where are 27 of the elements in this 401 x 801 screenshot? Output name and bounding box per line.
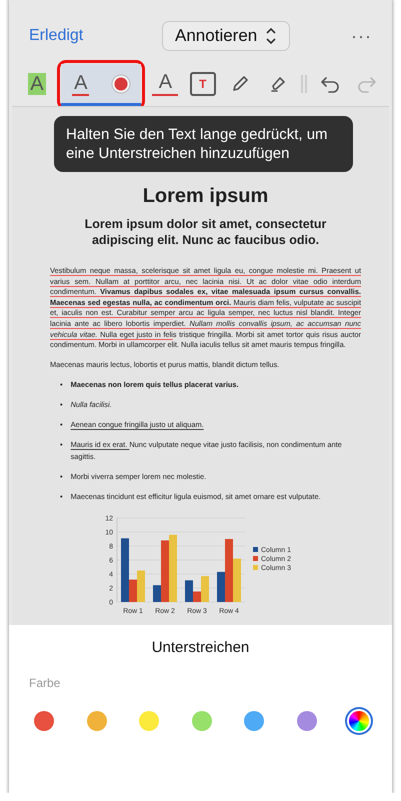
legend-swatch bbox=[252, 556, 258, 562]
chevron-up-down-icon bbox=[265, 27, 278, 45]
tooltip: Halten Sie den Text lange gedrückt, um eine Unterstreichen hinzuzufügen bbox=[54, 116, 353, 172]
mode-selector[interactable]: Annotieren bbox=[162, 21, 290, 51]
legend-swatch bbox=[252, 547, 258, 552]
underline-tool[interactable]: A bbox=[60, 64, 101, 106]
text-box-tool[interactable]: T bbox=[184, 64, 222, 106]
color-swatch[interactable] bbox=[139, 711, 159, 731]
divider-handle-icon bbox=[298, 72, 309, 94]
color-swatch[interactable] bbox=[34, 711, 54, 731]
pencil-icon bbox=[230, 74, 250, 94]
color-label: Farbe bbox=[29, 676, 62, 690]
color-swatch[interactable] bbox=[296, 711, 316, 731]
strikethrough-tool[interactable]: A bbox=[146, 64, 184, 106]
highlight-tool[interactable]: A bbox=[21, 64, 53, 106]
document-heading: Lorem ipsum dolor sit amet, consectetur adipiscing elit. Nunc ac faucibus odio. bbox=[84, 216, 328, 248]
more-button[interactable]: ··· bbox=[351, 26, 372, 46]
sheet-title: Unterstreichen bbox=[150, 639, 250, 656]
color-swatch[interactable] bbox=[244, 711, 264, 731]
done-button[interactable]: Erledigt bbox=[29, 27, 84, 45]
legend-swatch bbox=[252, 565, 258, 570]
color-wheel-button[interactable] bbox=[349, 711, 369, 731]
color-tool[interactable] bbox=[100, 64, 141, 106]
document-title: Lorem ipsum bbox=[142, 185, 270, 208]
color-dot-icon bbox=[110, 74, 131, 94]
color-swatch[interactable] bbox=[192, 711, 212, 731]
color-swatch[interactable] bbox=[86, 711, 106, 731]
